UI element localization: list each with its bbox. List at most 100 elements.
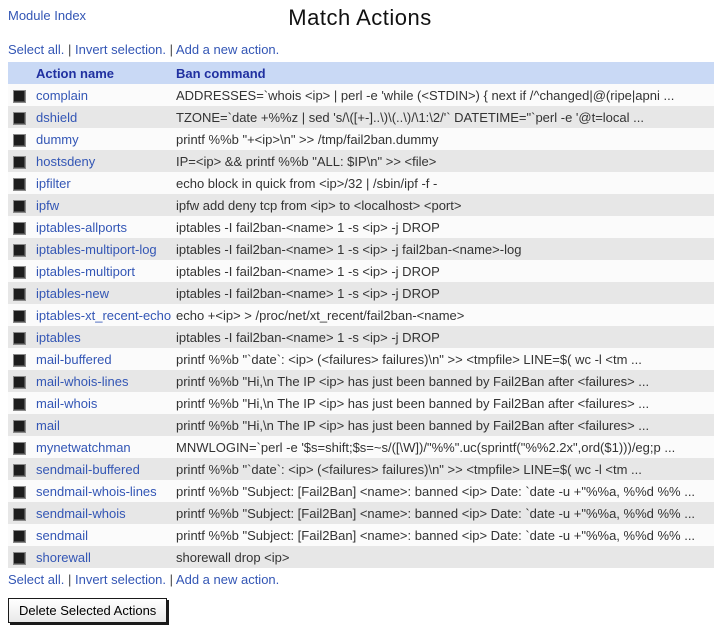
action-name-link[interactable]: iptables-xt_recent-echo — [36, 308, 171, 323]
delete-selected-actions-button[interactable]: Delete Selected Actions — [8, 598, 168, 623]
row-checkbox[interactable] — [13, 397, 26, 411]
add-new-action-link[interactable]: Add a new action. — [176, 42, 279, 57]
module-index-link[interactable]: Module Index — [8, 8, 86, 23]
table-row: dshield TZONE=`date +%%z | sed 's/\([+-].… — [8, 106, 714, 128]
ban-command-text: printf %%b "`date`: <ip> (<failures> fai… — [176, 461, 642, 477]
row-checkbox[interactable] — [13, 529, 26, 543]
action-name-link[interactable]: shorewall — [36, 550, 91, 565]
action-name-cell: sendmail-buffered — [36, 458, 176, 480]
select-all-link[interactable]: Select all. — [8, 42, 64, 57]
action-name-cell: iptables-xt_recent-echo — [36, 304, 176, 326]
checkbox-cell — [8, 502, 36, 524]
table-row: hostsdeny IP=<ip> && printf %%b "ALL: $IP… — [8, 150, 714, 172]
row-checkbox[interactable] — [13, 331, 26, 345]
action-name-cell: hostsdeny — [36, 150, 176, 172]
checkbox-cell — [8, 370, 36, 392]
ban-command-text: MNWLOGIN=`perl -e '$s=shift;$s=~s/([\W])… — [176, 439, 676, 455]
table-row: sendmail-whois-lines printf %%b "Subject:… — [8, 480, 714, 502]
table-row: mail-whois-lines printf %%b "Hi,\n The IP… — [8, 370, 714, 392]
table-row: mynetwatchman MNWLOGIN=`perl -e '$s=shift… — [8, 436, 714, 458]
action-name-link[interactable]: sendmail — [36, 528, 88, 543]
action-name-cell: mail-buffered — [36, 348, 176, 370]
checkbox-cell — [8, 304, 36, 326]
top-action-links: Select all. | Invert selection. | Add a … — [8, 42, 720, 57]
ban-command-text: shorewall drop <ip> — [176, 549, 290, 565]
action-name-link[interactable]: sendmail-whois-lines — [36, 484, 157, 499]
action-name-cell: mynetwatchman — [36, 436, 176, 458]
link-separator: | — [166, 572, 176, 587]
row-checkbox[interactable] — [13, 265, 26, 279]
invert-selection-link[interactable]: Invert selection. — [75, 42, 166, 57]
action-name-column-header: Action name — [36, 62, 176, 84]
checkbox-cell — [8, 436, 36, 458]
table-row: complain ADDRESSES=`whois <ip> | perl -e … — [8, 84, 714, 106]
action-name-cell: dummy — [36, 128, 176, 150]
action-name-link[interactable]: hostsdeny — [36, 154, 95, 169]
action-name-cell: sendmail-whois — [36, 502, 176, 524]
row-checkbox[interactable] — [13, 463, 26, 477]
checkbox-cell — [8, 216, 36, 238]
action-name-link[interactable]: iptables-multiport — [36, 264, 135, 279]
action-name-link[interactable]: mail-buffered — [36, 352, 112, 367]
row-checkbox[interactable] — [13, 287, 26, 301]
action-name-link[interactable]: iptables — [36, 330, 81, 345]
row-checkbox[interactable] — [13, 243, 26, 257]
row-checkbox[interactable] — [13, 551, 26, 565]
checkbox-cell — [8, 524, 36, 546]
row-checkbox[interactable] — [13, 133, 26, 147]
row-checkbox[interactable] — [13, 199, 26, 213]
ban-command-text: printf %%b "`date`: <ip> (<failures> fai… — [176, 351, 642, 367]
row-checkbox[interactable] — [13, 89, 26, 103]
action-name-link[interactable]: dummy — [36, 132, 79, 147]
row-checkbox[interactable] — [13, 507, 26, 521]
add-new-action-link[interactable]: Add a new action. — [176, 572, 279, 587]
row-checkbox[interactable] — [13, 177, 26, 191]
checkbox-cell — [8, 546, 36, 568]
action-name-link[interactable]: mail — [36, 418, 60, 433]
action-name-cell: shorewall — [36, 546, 176, 568]
table-row: sendmail-buffered printf %%b "`date`: <ip… — [8, 458, 714, 480]
action-name-link[interactable]: sendmail-buffered — [36, 462, 140, 477]
action-name-link[interactable]: mynetwatchman — [36, 440, 131, 455]
action-name-link[interactable]: iptables-multiport-log — [36, 242, 157, 257]
checkbox-column-header — [8, 62, 36, 84]
table-header-row: Action name Ban command — [8, 62, 714, 84]
action-name-link[interactable]: mail-whois — [36, 396, 97, 411]
action-name-cell: mail — [36, 414, 176, 436]
table-row: sendmail-whois printf %%b "Subject: [Fail… — [8, 502, 714, 524]
action-name-cell: iptables-multiport-log — [36, 238, 176, 260]
ban-command-text: iptables -I fail2ban-<name> 1 -s <ip> -j… — [176, 263, 440, 279]
checkbox-cell — [8, 84, 36, 106]
row-checkbox[interactable] — [13, 485, 26, 499]
ban-command-text: iptables -I fail2ban-<name> 1 -s <ip> -j… — [176, 329, 440, 345]
ban-command-text: printf %%b "Hi,\n The IP <ip> has just b… — [176, 373, 650, 389]
ban-command-text: printf %%b "Hi,\n The IP <ip> has just b… — [176, 417, 650, 433]
row-checkbox[interactable] — [13, 221, 26, 235]
action-name-link[interactable]: complain — [36, 88, 88, 103]
action-name-link[interactable]: dshield — [36, 110, 77, 125]
select-all-link[interactable]: Select all. — [8, 572, 64, 587]
ban-command-text: printf %%b "Hi,\n The IP <ip> has just b… — [176, 395, 650, 411]
row-checkbox[interactable] — [13, 309, 26, 323]
invert-selection-link[interactable]: Invert selection. — [75, 572, 166, 587]
action-name-link[interactable]: ipfilter — [36, 176, 71, 191]
action-name-cell: iptables-multiport — [36, 260, 176, 282]
checkbox-cell — [8, 106, 36, 128]
table-row: mail printf %%b "Hi,\n The IP <ip> has ju… — [8, 414, 714, 436]
row-checkbox[interactable] — [13, 353, 26, 367]
action-name-link[interactable]: mail-whois-lines — [36, 374, 128, 389]
ban-command-text: echo block in quick from <ip>/32 | /sbin… — [176, 175, 438, 191]
row-checkbox[interactable] — [13, 441, 26, 455]
action-name-link[interactable]: sendmail-whois — [36, 506, 126, 521]
action-name-cell: sendmail — [36, 524, 176, 546]
ban-command-column-header: Ban command — [176, 62, 714, 84]
page-title: Match Actions — [288, 5, 432, 30]
table-row: mail-whois printf %%b "Hi,\n The IP <ip> … — [8, 392, 714, 414]
action-name-link[interactable]: iptables-allports — [36, 220, 127, 235]
action-name-link[interactable]: iptables-new — [36, 286, 109, 301]
action-name-link[interactable]: ipfw — [36, 198, 59, 213]
row-checkbox[interactable] — [13, 375, 26, 389]
row-checkbox[interactable] — [13, 155, 26, 169]
row-checkbox[interactable] — [13, 419, 26, 433]
row-checkbox[interactable] — [13, 111, 26, 125]
